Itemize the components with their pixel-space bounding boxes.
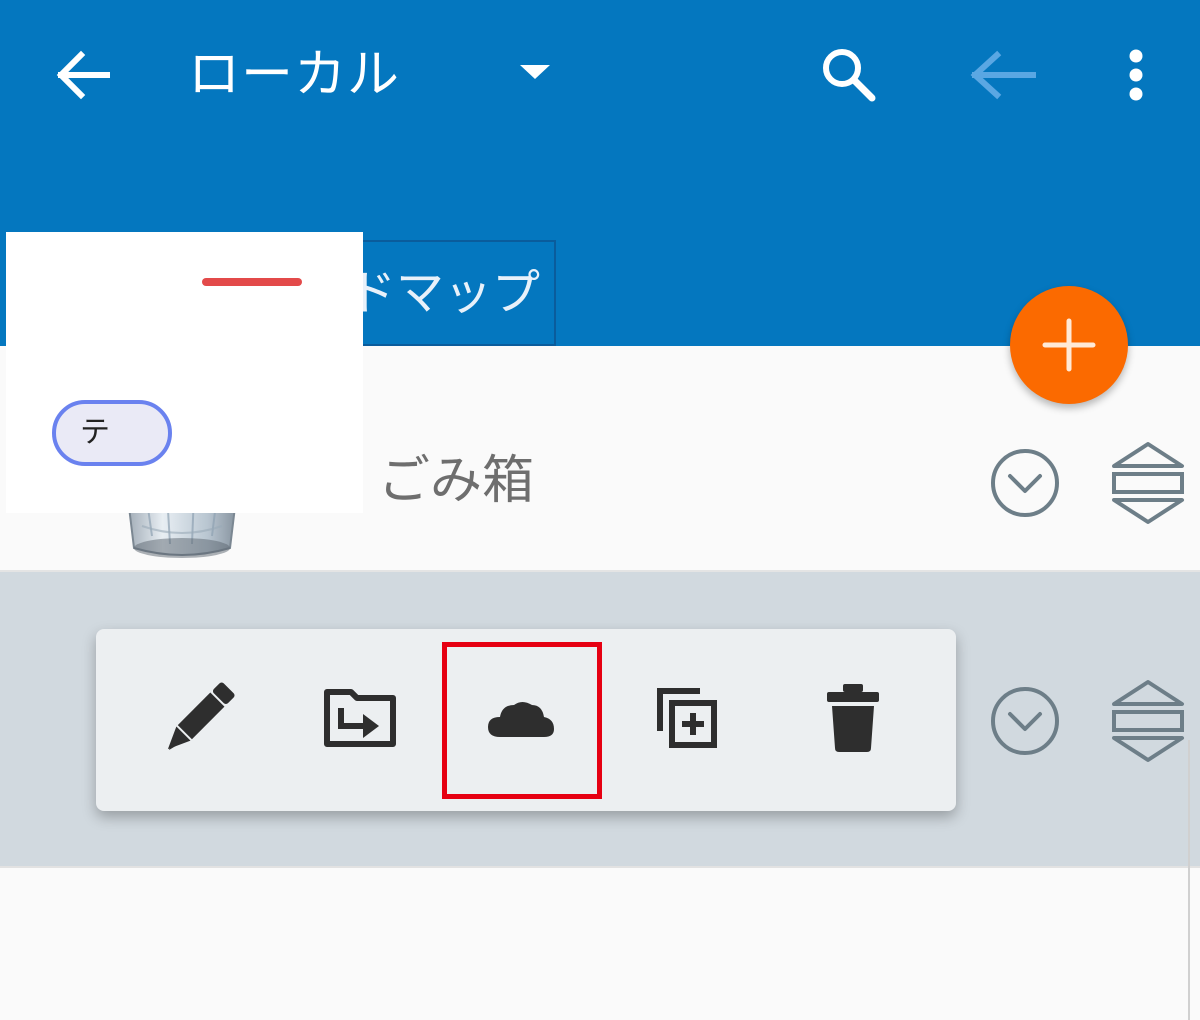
thumbnail-node: テ: [52, 400, 172, 466]
duplicate-icon: [657, 688, 717, 748]
location-title[interactable]: ローカル: [188, 40, 400, 110]
edit-button[interactable]: [124, 643, 274, 793]
dropdown-triangle-icon: [520, 65, 550, 79]
expand-button[interactable]: [988, 684, 1062, 758]
cloud-upload-button[interactable]: [446, 643, 596, 793]
more-options-button[interactable]: [1108, 38, 1164, 112]
reorder-handle[interactable]: [1110, 440, 1186, 526]
trash-can-icon: [827, 684, 879, 752]
add-fab-button[interactable]: [1010, 286, 1128, 404]
move-to-folder-icon: [324, 689, 396, 747]
empty-list-area: [0, 870, 1200, 1020]
move-button[interactable]: [286, 643, 436, 793]
pencil-icon: [167, 682, 235, 750]
expand-button[interactable]: [988, 446, 1062, 520]
delete-button[interactable]: [778, 643, 928, 793]
navigate-back-button[interactable]: [960, 38, 1044, 112]
reorder-handle[interactable]: [1110, 678, 1186, 764]
nav-back-icon: [970, 50, 1036, 100]
reorder-icon: [1112, 680, 1184, 762]
reorder-icon: [1112, 442, 1184, 524]
location-dropdown-button[interactable]: [508, 44, 562, 102]
back-arrow-icon: [56, 50, 110, 100]
chevron-down-circle-icon: [991, 449, 1059, 517]
list-item-label: ごみ箱: [378, 451, 535, 511]
cloud-icon: [488, 702, 554, 737]
plus-icon: [1042, 318, 1096, 372]
more-vertical-icon: [1129, 49, 1143, 101]
mindmap-thumbnail[interactable]: テ: [6, 232, 363, 513]
back-button[interactable]: [46, 38, 120, 112]
search-button[interactable]: [812, 38, 886, 112]
duplicate-button[interactable]: [612, 643, 762, 793]
search-icon: [823, 49, 876, 102]
item-action-menu: [96, 629, 956, 811]
chevron-down-circle-icon: [991, 687, 1059, 755]
thumbnail-branch: [202, 278, 302, 286]
scroll-edge: [1188, 740, 1200, 1020]
